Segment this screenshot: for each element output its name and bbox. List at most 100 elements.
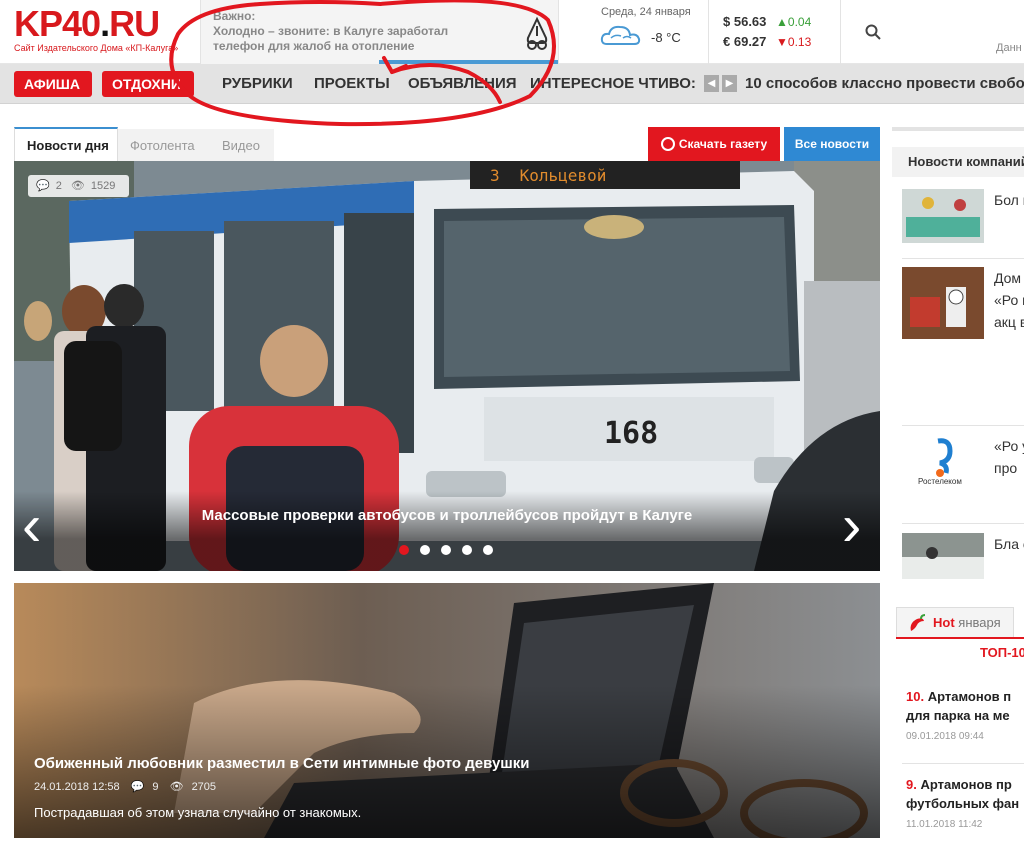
news-thumbnail: [902, 533, 984, 579]
main-nav: АФИША ОТДОХНИ РУБРИКИ ПРОЕКТЫ ОБЪЯВЛЕНИЯ…: [0, 64, 1024, 104]
comment-icon: 💬: [130, 781, 145, 793]
eur-rate: € 69.27 ▼0.13: [723, 34, 811, 49]
tab-video[interactable]: Видео: [210, 127, 274, 161]
feature-lead: Пострадавшая об этом узнала случайно от …: [34, 805, 362, 820]
nav-proekty[interactable]: ПРОЕКТЫ: [314, 75, 390, 92]
nav-rubriki[interactable]: РУБРИКИ: [222, 75, 293, 92]
download-label: Скачать газету: [678, 137, 768, 151]
rostelecom-icon: [902, 435, 984, 495]
hot-month: января: [958, 615, 1001, 630]
nav-otdykh-button[interactable]: ОТДОХНИ: [102, 71, 194, 97]
feature-meta: 24.01.2018 12:58 💬 9 👁 2705: [34, 780, 224, 793]
slider-dot[interactable]: [420, 545, 430, 555]
hero-caption-overlay: [14, 491, 880, 571]
comment-icon: 💬: [36, 180, 50, 192]
company-news-text: «Ро услу про: [994, 438, 1024, 476]
company-news-title: Новости компаний: [892, 147, 1024, 177]
top-news-title: 9. Артамонов пр: [906, 777, 1012, 792]
company-news-block: Новости компаний Бол мы Дом ви: [892, 127, 1024, 585]
usd-symbol: $: [723, 14, 731, 29]
company-news-text: Дом вид «Ро и по акц вес: [994, 270, 1024, 330]
feature-date: 24.01.2018 12:58: [34, 781, 120, 793]
important-label: Важно:: [213, 9, 256, 23]
tab-photo[interactable]: Фотолента: [118, 127, 210, 161]
news-thumbnail: [902, 267, 984, 339]
arrow-up-icon: ▲: [776, 15, 788, 29]
slider-dot[interactable]: [441, 545, 451, 555]
top-news-title: 10. Артамонов п: [906, 689, 1012, 704]
top-news-item[interactable]: 10. Артамонов п для парка на ме 09.01.20…: [906, 687, 1024, 742]
slider-dot[interactable]: [399, 545, 409, 555]
eye-icon: 👁: [169, 781, 184, 793]
eur-change: ▼0.13: [776, 35, 812, 49]
page: KP40.RU Сайт Издательского Дома «КП-Калу…: [0, 0, 1024, 846]
hero-views-count: 1529: [90, 180, 116, 192]
slider-prev-arrow[interactable]: ‹: [22, 497, 41, 555]
hero-slider[interactable]: 3 Кольцевой 168 💬 2 👁 1529 Массовые пров…: [14, 161, 880, 571]
feature-views: 2705: [191, 781, 217, 793]
hot-label: Hot: [933, 615, 955, 630]
ticker-next-button[interactable]: ▶: [722, 75, 737, 92]
top-news-title-line2: футбольных фан: [906, 796, 1020, 811]
download-icon: [660, 136, 675, 151]
company-news-item[interactable]: Дом вид «Ро и по акц вес: [902, 267, 1024, 417]
arrow-down-icon: ▼: [776, 35, 788, 49]
hero-headline[interactable]: Массовые проверки автобусов и троллейбус…: [14, 507, 880, 524]
site-logo[interactable]: KP40.RU Сайт Издательского Дома «КП-Калу…: [14, 3, 179, 54]
logo-subtitle: Сайт Издательского Дома «КП-Калуга»: [14, 43, 179, 53]
slider-dot[interactable]: [462, 545, 472, 555]
important-headline[interactable]: Холодно – звоните: в Калуге заработал те…: [213, 24, 503, 54]
divider: [902, 763, 1024, 764]
company-news-item[interactable]: Бол мы: [902, 189, 1024, 249]
divider: [902, 425, 1024, 426]
feature-photo: [14, 583, 880, 838]
hero-comments-count: 2: [55, 180, 62, 192]
top-news-item[interactable]: 9. Артамонов пр футбольных фан 11.01.201…: [906, 775, 1024, 830]
top10-heading: ТОП-10: [896, 637, 1024, 665]
eur-symbol: €: [723, 34, 731, 49]
nav-afisha-button[interactable]: АФИША: [14, 71, 92, 97]
nav-interesting-label: ИНТЕРЕСНОЕ ЧТИВО:: [530, 75, 696, 92]
all-news-button[interactable]: Все новости: [784, 127, 880, 161]
company-news-item[interactable]: Ростелеком «Ро услу про: [902, 435, 1024, 515]
company-news-text: Бол мы: [994, 192, 1024, 208]
divider: [902, 258, 1024, 259]
hot-tab[interactable]: Hot января: [896, 607, 1014, 637]
ticker-headline[interactable]: 10 способов классно провести свободное в…: [745, 75, 1024, 92]
header-corner-text: Данн: [996, 42, 1022, 54]
search-button[interactable]: [840, 0, 904, 64]
slider-next-arrow[interactable]: ›: [842, 497, 861, 555]
top-header: KP40.RU Сайт Издательского Дома «КП-Калу…: [0, 0, 1024, 64]
usd-change: ▲0.04: [776, 15, 812, 29]
important-news-block[interactable]: Важно: Холодно – звоните: в Калуге зараб…: [200, 0, 559, 64]
logo-text: KP40.RU: [14, 3, 160, 44]
hero-stats: 💬 2 👁 1529: [28, 175, 130, 197]
divider: [902, 523, 1024, 524]
rostelecom-logo: Ростелеком: [902, 435, 984, 495]
bus-fleet-number: 168: [604, 416, 658, 451]
right-sidebar: Новости компаний Бол мы Дом ви: [892, 127, 1024, 846]
download-newspaper-button[interactable]: Скачать газету: [648, 127, 780, 161]
nav-obyavleniya[interactable]: ОБЪЯВЛЕНИЯ: [408, 75, 517, 92]
news-thumbnail: [902, 189, 984, 243]
top-news-title-line2: для парка на ме: [906, 708, 1010, 723]
company-news-item[interactable]: Бла с М: [902, 533, 1024, 583]
feature-headline[interactable]: Обиженный любовник разместил в Сети инти…: [34, 755, 530, 772]
currency-rates: $ 56.63 ▲0.04 € 69.27 ▼0.13: [708, 0, 840, 64]
usd-value: 56.63: [733, 14, 767, 29]
thermometer-alert-icon: [526, 16, 548, 50]
ticker-prev-button[interactable]: ◀: [704, 75, 719, 92]
top-news-date: 09.01.2018 09:44: [906, 731, 984, 742]
weather-widget[interactable]: Среда, 24 января -8 °C: [558, 0, 708, 64]
feature-article-card[interactable]: Обиженный любовник разместил в Сети инти…: [14, 583, 880, 838]
pepper-icon: [910, 614, 926, 631]
feature-comments: 9: [152, 781, 159, 793]
snow-cloud-icon: [600, 25, 641, 45]
top-news-date: 11.01.2018 11:42: [906, 819, 983, 830]
usd-rate: $ 56.63 ▲0.04: [723, 14, 811, 29]
rostelecom-label: Ростелеком: [918, 477, 962, 486]
slider-dot[interactable]: [483, 545, 493, 555]
tab-news-day[interactable]: Новости дня: [14, 127, 118, 161]
company-news-text: Бла с М: [994, 536, 1024, 552]
weather-date: Среда, 24 января: [601, 6, 691, 18]
